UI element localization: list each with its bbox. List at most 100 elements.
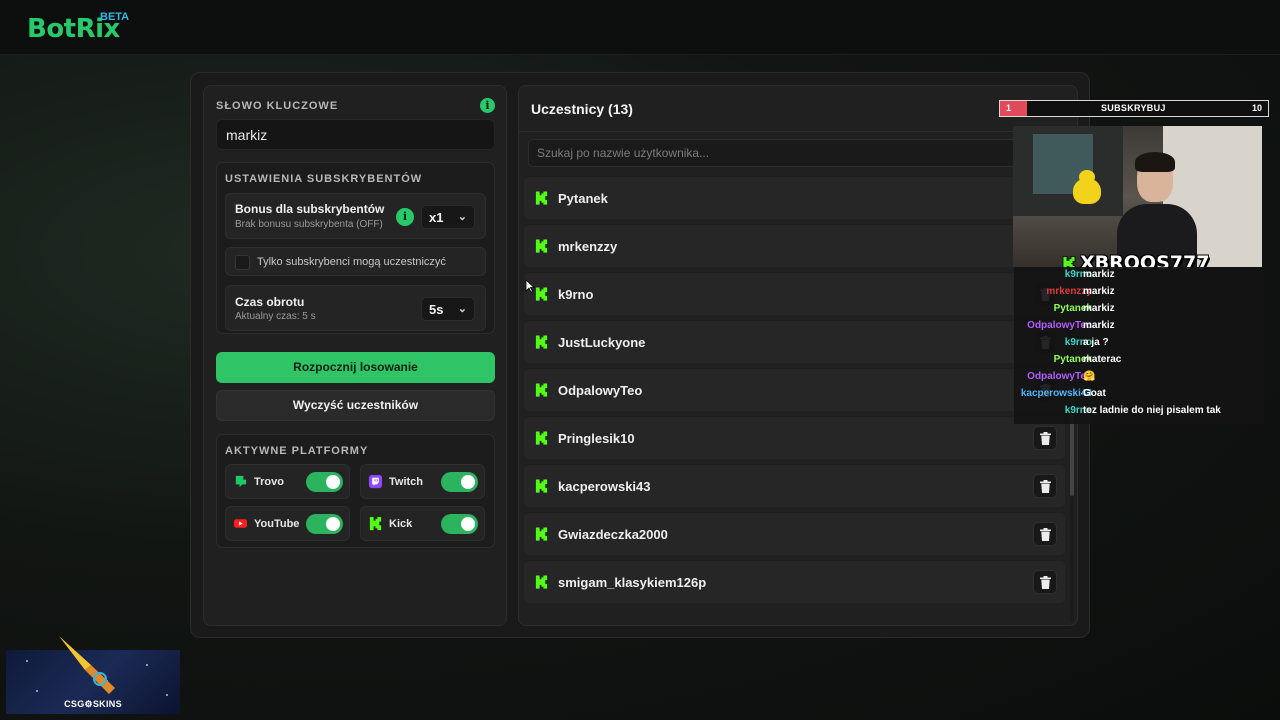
- subscriber-goal-current: 1: [1006, 103, 1012, 113]
- chat-text: materac: [1083, 354, 1122, 365]
- trash-icon: [1040, 528, 1051, 541]
- platform-name: Kick: [389, 518, 413, 530]
- subscriber-settings-label: USTAWIENIA SUBSKRYBENTÓW: [225, 173, 423, 185]
- mouse-cursor-icon: [525, 279, 535, 293]
- delete-participant-button[interactable]: [1033, 474, 1057, 498]
- participant-search-input[interactable]: [528, 139, 1073, 167]
- chat-message: k9rno tez ladnie do niej pisalem tak: [1014, 405, 1264, 421]
- streamer-hair: [1135, 152, 1175, 172]
- chat-text: tez ladnie do niej pisalem tak: [1083, 405, 1221, 416]
- knife-icon: [59, 636, 115, 694]
- trash-icon: [1040, 480, 1051, 493]
- subscriber-goal-bar: 1 SUBSKRYBUJ 10: [999, 100, 1269, 117]
- keyword-input[interactable]: [216, 119, 495, 150]
- platform-kick: Kick: [360, 506, 485, 541]
- chat-text: markiz: [1083, 320, 1115, 331]
- participant-row: Gwiazdeczka2000: [524, 513, 1065, 555]
- twitch-toggle[interactable]: [441, 472, 478, 492]
- webcam-feed: [1013, 126, 1262, 267]
- chat-overlay: k9rno markiz mrkenzzy markiz Pytanek markiz Od…: [1014, 267, 1264, 424]
- subscriber-goal-fill: [1000, 101, 1027, 116]
- twitch-icon: [368, 474, 383, 489]
- chevron-down-icon: ⌄: [457, 303, 467, 315]
- chat-message: Pytanek materac: [1014, 354, 1264, 370]
- platform-name: Trovo: [254, 476, 284, 488]
- participant-row: Pringlesik10: [524, 417, 1065, 459]
- active-platforms-card: AKTYWNE PLATFORMY Trovo Twitch YouTube K…: [216, 434, 495, 548]
- participant-username: OdpalowyTeo: [558, 383, 643, 398]
- chat-username: kacperowski43: [1020, 388, 1092, 399]
- bonus-info-icon[interactable]: i: [396, 208, 414, 226]
- participant-row: kacperowski43: [524, 465, 1065, 507]
- star: [146, 664, 148, 666]
- kick-icon: [535, 575, 548, 589]
- active-platforms-label: AKTYWNE PLATFORMY: [225, 445, 369, 457]
- bonus-multiplier-select[interactable]: x1 ⌄: [421, 205, 475, 229]
- kick-icon: [535, 335, 548, 349]
- participant-username: smigam_klasykiem126p: [558, 575, 707, 590]
- spin-time-row: Czas obrotu Aktualny czas: 5 s 5s ⌄: [225, 285, 486, 331]
- participant-username: k9rno: [558, 287, 594, 302]
- chat-message: kacperowski43 Goat: [1014, 388, 1264, 404]
- subscriber-goal-target: 10: [1251, 103, 1262, 113]
- delete-participant-button[interactable]: [1033, 570, 1057, 594]
- settings-column: SŁOWO KLUCZOWE i USTAWIENIA SUBSKRYBENTÓ…: [203, 85, 507, 626]
- spin-time-subtitle: Aktualny czas: 5 s: [235, 311, 316, 322]
- beta-badge: BETA: [100, 11, 130, 23]
- spin-time-select[interactable]: 5s ⌄: [421, 297, 475, 321]
- platform-youtube: YouTube: [225, 506, 350, 541]
- star: [36, 690, 38, 692]
- participant-username: mrkenzzy: [558, 239, 618, 254]
- subscriber-bonus-title: Bonus dla subskrybentów: [235, 202, 385, 216]
- delete-participant-button[interactable]: [1033, 522, 1057, 546]
- kick-icon: [535, 287, 548, 301]
- trash-icon: [1040, 432, 1051, 445]
- only-subs-checkbox[interactable]: [235, 255, 250, 270]
- chat-message: OdpalowyTeo markiz: [1014, 320, 1264, 336]
- chat-message: mrkenzzy markiz: [1014, 286, 1264, 302]
- participant-username: JustLuckyone: [558, 335, 646, 350]
- streamer-figure: [1117, 152, 1197, 267]
- participant-row: k9rno: [524, 273, 1065, 315]
- spin-time-value: 5s: [429, 302, 444, 317]
- participant-row: OdpalowyTeo: [524, 369, 1065, 411]
- chat-text: 🤗: [1083, 371, 1096, 382]
- chat-message: k9rno a ja ?: [1014, 337, 1264, 353]
- chevron-down-icon: ⌄: [457, 211, 467, 223]
- kick-icon: [535, 431, 548, 445]
- trovo-toggle[interactable]: [306, 472, 343, 492]
- clear-participants-button[interactable]: Wyczyść uczestników: [216, 390, 495, 421]
- kick-icon: [535, 239, 548, 253]
- kick-icon: [535, 383, 548, 397]
- delete-participant-button[interactable]: [1033, 426, 1057, 450]
- chat-message: Pytanek markiz: [1014, 303, 1264, 319]
- start-draw-button[interactable]: Rozpocznij losowanie: [216, 352, 495, 383]
- chat-text: markiz: [1083, 286, 1115, 297]
- participants-column: Uczestnicy (13) Pytanek mrkenzzy k9rno Just…: [518, 85, 1078, 626]
- spin-time-title: Czas obrotu: [235, 295, 305, 309]
- keyword-info-icon[interactable]: i: [480, 98, 495, 113]
- chat-text: markiz: [1083, 269, 1115, 280]
- duck-head: [1079, 170, 1095, 184]
- chat-text: Goat: [1083, 388, 1106, 399]
- kick-icon: [535, 527, 548, 541]
- divider: [519, 131, 1077, 132]
- chat-message: k9rno markiz: [1014, 269, 1264, 285]
- kick-toggle[interactable]: [441, 514, 478, 534]
- participant-username: Gwiazdeczka2000: [558, 527, 668, 542]
- trash-icon: [1040, 576, 1051, 589]
- platform-trovo: Trovo: [225, 464, 350, 499]
- participant-username: Pringlesik10: [558, 431, 635, 446]
- only-subs-row[interactable]: Tylko subskrybenci mogą uczestniczyć: [225, 247, 486, 276]
- keyword-label: SŁOWO KLUCZOWE: [216, 100, 339, 112]
- subscriber-goal-label: SUBSKRYBUJ: [1101, 103, 1166, 113]
- subscriber-bonus-row: Bonus dla subskrybentów Brak bonusu subs…: [225, 193, 486, 239]
- participant-list: Pytanek mrkenzzy k9rno JustLuckyone Odpalowy…: [524, 177, 1069, 609]
- chat-text: markiz: [1083, 303, 1115, 314]
- participant-row: JustLuckyone: [524, 321, 1065, 363]
- participant-username: Pytanek: [558, 191, 608, 206]
- youtube-toggle[interactable]: [306, 514, 343, 534]
- giveaway-panel: SŁOWO KLUCZOWE i USTAWIENIA SUBSKRYBENTÓ…: [190, 72, 1090, 638]
- participants-title: Uczestnicy (13): [531, 101, 633, 117]
- only-subs-label: Tylko subskrybenci mogą uczestniczyć: [257, 256, 446, 268]
